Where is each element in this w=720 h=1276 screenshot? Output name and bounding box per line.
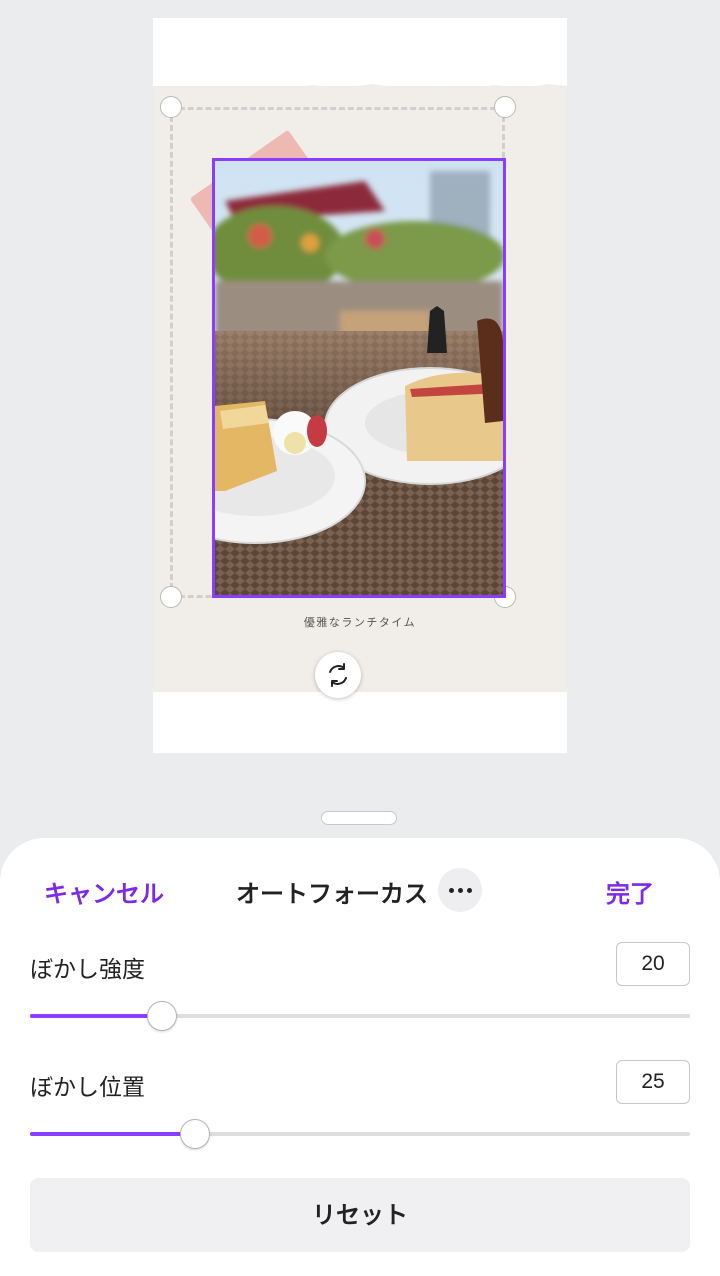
blur-position-slider[interactable] xyxy=(30,1119,690,1149)
sheet-drag-handle[interactable] xyxy=(321,811,397,825)
rotate-button[interactable] xyxy=(315,652,361,698)
resize-handle-top-right[interactable] xyxy=(494,96,516,118)
reset-button[interactable]: リセット xyxy=(30,1178,690,1252)
done-button[interactable]: 完了 xyxy=(606,874,654,909)
slider-thumb[interactable] xyxy=(180,1119,210,1149)
lunch-photo[interactable] xyxy=(212,158,506,598)
blur-position-input[interactable]: 25 xyxy=(616,1060,690,1104)
rotate-icon xyxy=(329,663,347,687)
more-horizontal-icon xyxy=(448,887,454,893)
slider-thumb[interactable] xyxy=(147,1001,177,1031)
more-options-button[interactable] xyxy=(438,868,482,912)
blur-position-label: ぼかし位置 xyxy=(30,1075,145,1101)
panel-header: キャンセル オートフォーカス 完了 xyxy=(0,838,720,942)
resize-handle-bottom-left[interactable] xyxy=(160,586,182,608)
slider-fill xyxy=(30,1014,162,1018)
blur-strength-input[interactable]: 20 xyxy=(616,942,690,986)
blur-strength-label: ぼかし強度 xyxy=(30,957,145,983)
more-horizontal-icon-dot xyxy=(457,887,463,893)
autofocus-panel: キャンセル オートフォーカス 完了 ぼかし強度 20 ぼかし位置 25 リセット xyxy=(0,838,720,1276)
panel-title: オートフォーカス xyxy=(236,880,428,908)
cancel-button[interactable]: キャンセル xyxy=(44,874,164,909)
photo-caption[interactable]: 優雅なランチタイム xyxy=(153,614,567,630)
resize-handle-top-left[interactable] xyxy=(160,96,182,118)
blur-strength-slider[interactable] xyxy=(30,1001,690,1031)
slider-fill xyxy=(30,1132,195,1136)
more-horizontal-icon-dot xyxy=(466,887,472,893)
